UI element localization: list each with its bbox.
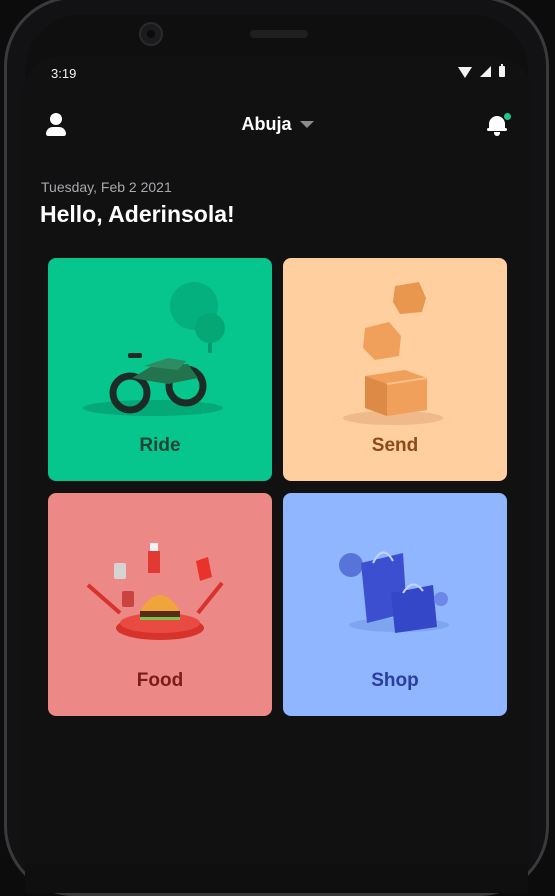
service-label-food: Food (136, 670, 184, 691)
greeting-title: Hello, Aderinsola! (40, 201, 235, 227)
service-card-food[interactable]: Food (48, 493, 272, 716)
front-camera (139, 22, 163, 46)
location-label: Abuja (241, 114, 292, 134)
service-label-shop: Shop (371, 670, 419, 691)
earpiece-speaker (250, 30, 308, 38)
notification-dot (504, 113, 511, 120)
current-date: Tuesday, Feb 2 2021 (41, 179, 172, 195)
status-time: 3:19 (51, 66, 77, 81)
chevron-down-icon (299, 121, 314, 128)
service-card-shop[interactable]: Shop (283, 493, 507, 716)
service-card-ride[interactable]: Ride (48, 258, 272, 481)
status-icons (458, 64, 505, 78)
status-bar: 3:19 (22, 56, 533, 90)
location-selector[interactable]: Abuja (22, 114, 533, 135)
top-app-bar: Abuja (22, 108, 533, 144)
signal-icon (480, 66, 491, 77)
service-label-ride: Ride (139, 435, 181, 456)
service-label-send: Send (371, 435, 419, 456)
service-card-send[interactable]: Send (283, 258, 507, 481)
phone-frame: 3:19 Abuja Tuesday, Feb 2 2021 Hello, Ad… (0, 0, 555, 896)
battery-icon (499, 64, 505, 77)
bell-icon[interactable] (485, 113, 511, 137)
wifi-icon (458, 67, 472, 78)
app-screen: 3:19 Abuja Tuesday, Feb 2 2021 Hello, Ad… (22, 56, 533, 864)
